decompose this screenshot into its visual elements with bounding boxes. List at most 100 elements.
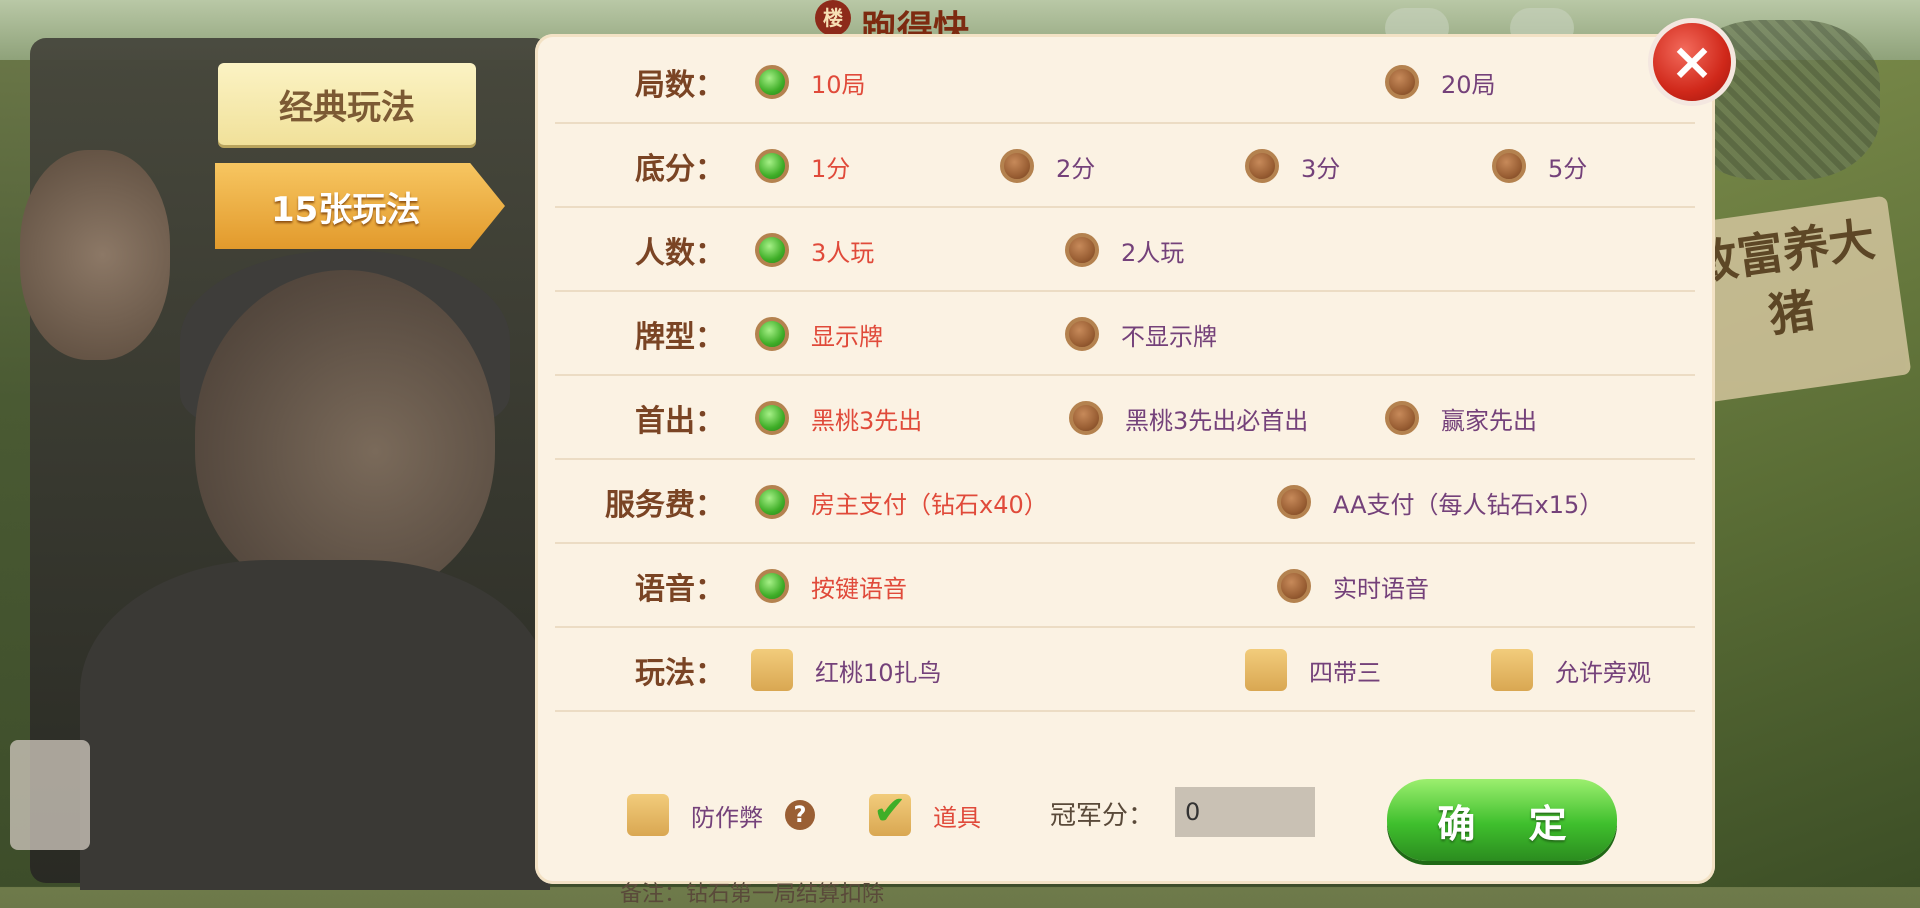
radio-off-icon[interactable] bbox=[1492, 149, 1526, 183]
radio-off-icon[interactable] bbox=[1245, 149, 1279, 183]
champion-score-input[interactable] bbox=[1175, 787, 1315, 837]
option-allow-spectate[interactable]: 允许旁观 bbox=[1491, 648, 1651, 692]
option-label: 5分 bbox=[1548, 154, 1588, 183]
champion-score-label: 冠军分： bbox=[1050, 801, 1155, 831]
option-label: 2人玩 bbox=[1121, 238, 1185, 267]
option-20-rounds[interactable]: 20局 bbox=[1385, 60, 1496, 104]
row-card-display: 牌型： 显示牌 不显示牌 bbox=[555, 292, 1695, 376]
note-text: 备注：钻石第一局结算扣除 bbox=[620, 882, 885, 907]
radio-on-icon[interactable] bbox=[755, 317, 789, 351]
option-show-cards[interactable]: 显示牌 bbox=[755, 312, 883, 356]
row-rounds: 局数： 10局 20局 bbox=[555, 40, 1695, 124]
radio-on-icon[interactable] bbox=[755, 65, 789, 99]
help-icon[interactable]: ? bbox=[785, 800, 815, 830]
option-label: 道具 bbox=[933, 803, 981, 832]
option-label: 赢家先出 bbox=[1441, 406, 1537, 435]
option-label: 房主支付（钻石x40） bbox=[811, 490, 1048, 519]
option-3-players[interactable]: 3人玩 bbox=[755, 228, 874, 272]
option-label: 黑桃3先出必首出 bbox=[1125, 406, 1309, 435]
option-props[interactable]: ✔ 道具 bbox=[869, 788, 981, 837]
row-label: 局数： bbox=[635, 68, 725, 103]
radio-off-icon[interactable] bbox=[1000, 149, 1034, 183]
row-base-score: 底分： 1分 2分 3分 5分 bbox=[555, 124, 1695, 208]
checkbox-icon[interactable] bbox=[627, 794, 669, 836]
option-label: 按键语音 bbox=[811, 574, 907, 603]
option-spade3-must-first[interactable]: 黑桃3先出必首出 bbox=[1069, 396, 1308, 440]
option-label: 红桃10扎鸟 bbox=[815, 658, 942, 687]
logo bbox=[10, 740, 90, 850]
divider bbox=[555, 710, 1695, 712]
row-label: 底分： bbox=[635, 152, 725, 187]
checkbox-icon[interactable] bbox=[751, 649, 793, 691]
option-button-voice[interactable]: 按键语音 bbox=[755, 564, 907, 608]
option-1-point[interactable]: 1分 bbox=[755, 144, 850, 188]
radio-on-icon[interactable] bbox=[755, 485, 789, 519]
confirm-button[interactable]: 确 定 bbox=[1387, 779, 1617, 861]
tab-15-cards[interactable]: 15张玩法 bbox=[215, 163, 505, 249]
option-10-rounds[interactable]: 10局 bbox=[755, 60, 866, 104]
row-label: 人数： bbox=[635, 236, 725, 271]
row-label: 牌型： bbox=[635, 320, 725, 355]
row-label: 玩法： bbox=[635, 656, 725, 691]
option-hide-cards[interactable]: 不显示牌 bbox=[1065, 312, 1217, 356]
option-heart10-bird[interactable]: 红桃10扎鸟 bbox=[751, 648, 942, 692]
option-anti-cheat[interactable]: 防作弊 ? bbox=[627, 793, 815, 837]
option-label: 2分 bbox=[1056, 154, 1096, 183]
option-winner-first[interactable]: 赢家先出 bbox=[1385, 396, 1537, 440]
row-first-play: 首出： 黑桃3先出 黑桃3先出必首出 赢家先出 bbox=[555, 376, 1695, 460]
radio-off-icon[interactable] bbox=[1385, 65, 1419, 99]
title-badge: 楼 bbox=[815, 0, 851, 36]
row-rules: 玩法： 红桃10扎鸟 四带三 允许旁观 bbox=[555, 628, 1695, 712]
check-icon: ✔ bbox=[873, 788, 907, 834]
row-label: 语音： bbox=[635, 572, 725, 607]
option-label: 不显示牌 bbox=[1121, 322, 1217, 351]
option-label: 允许旁观 bbox=[1555, 658, 1651, 687]
option-label: 防作弊 bbox=[691, 803, 763, 832]
option-3-points[interactable]: 3分 bbox=[1245, 144, 1340, 188]
option-label: AA支付（每人钻石x15） bbox=[1333, 490, 1604, 519]
radio-off-icon[interactable] bbox=[1385, 401, 1419, 435]
option-four-with-three[interactable]: 四带三 bbox=[1245, 648, 1381, 692]
close-icon[interactable]: × bbox=[1648, 18, 1736, 106]
option-spade3-first[interactable]: 黑桃3先出 bbox=[755, 396, 922, 440]
option-host-pays[interactable]: 房主支付（钻石x40） bbox=[755, 480, 1048, 524]
radio-off-icon[interactable] bbox=[1277, 485, 1311, 519]
checkbox-icon[interactable] bbox=[1491, 649, 1533, 691]
radio-off-icon[interactable] bbox=[1065, 317, 1099, 351]
option-label: 实时语音 bbox=[1333, 574, 1429, 603]
row-label: 首出： bbox=[635, 404, 725, 439]
right-wall bbox=[1680, 60, 1920, 887]
option-2-points[interactable]: 2分 bbox=[1000, 144, 1095, 188]
option-label: 10局 bbox=[811, 70, 866, 99]
option-label: 四带三 bbox=[1309, 658, 1381, 687]
radio-off-icon[interactable] bbox=[1065, 233, 1099, 267]
row-service-fee: 服务费： 房主支付（钻石x40） AA支付（每人钻石x15） bbox=[555, 460, 1695, 544]
option-realtime-voice[interactable]: 实时语音 bbox=[1277, 564, 1429, 608]
option-aa-pays[interactable]: AA支付（每人钻石x15） bbox=[1277, 480, 1603, 524]
option-label: 显示牌 bbox=[811, 322, 883, 351]
option-label: 1分 bbox=[811, 154, 851, 183]
bottom-area: 防作弊 ? ✔ 道具 冠军分： 确 定 备注：钻石第一局结算扣除 bbox=[535, 779, 1715, 907]
option-label: 3分 bbox=[1301, 154, 1341, 183]
row-players: 人数： 3人玩 2人玩 bbox=[555, 208, 1695, 292]
radio-on-icon[interactable] bbox=[755, 233, 789, 267]
option-label: 20局 bbox=[1441, 70, 1496, 99]
radio-on-icon[interactable] bbox=[755, 401, 789, 435]
option-label: 黑桃3先出 bbox=[811, 406, 923, 435]
checkbox-checked-icon[interactable]: ✔ bbox=[869, 788, 911, 836]
radio-off-icon[interactable] bbox=[1069, 401, 1103, 435]
radio-off-icon[interactable] bbox=[1277, 569, 1311, 603]
option-5-points[interactable]: 5分 bbox=[1492, 144, 1587, 188]
radio-on-icon[interactable] bbox=[755, 149, 789, 183]
row-label: 服务费： bbox=[605, 488, 725, 523]
character-girl bbox=[20, 150, 170, 360]
option-label: 3人玩 bbox=[811, 238, 875, 267]
character-body bbox=[80, 560, 550, 890]
row-voice: 语音： 按键语音 实时语音 bbox=[555, 544, 1695, 628]
option-2-players[interactable]: 2人玩 bbox=[1065, 228, 1184, 272]
settings-panel: 局数： 10局 20局 底分： 1分 2分 3分 5分 人数： 3人玩 2人玩 … bbox=[535, 34, 1715, 907]
tab-classic[interactable]: 经典玩法 bbox=[218, 63, 476, 145]
character-head bbox=[195, 270, 495, 600]
checkbox-icon[interactable] bbox=[1245, 649, 1287, 691]
radio-on-icon[interactable] bbox=[755, 569, 789, 603]
